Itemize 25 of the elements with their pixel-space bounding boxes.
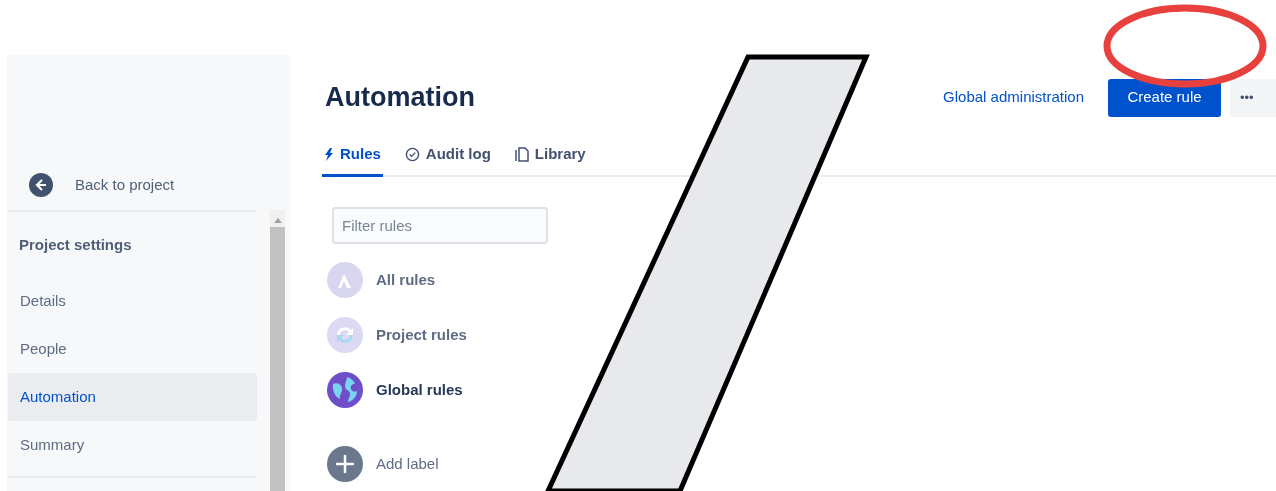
rule-group-link[interactable]: All rules	[376, 268, 436, 292]
lightning-icon	[324, 147, 334, 161]
add-label-button[interactable]: Add label	[327, 446, 1276, 482]
back-link[interactable]: Back to project	[7, 160, 290, 210]
rule-group-link[interactable]: Project rules	[376, 323, 467, 347]
tab[interactable]: Library	[512, 140, 588, 177]
filter-field[interactable]: Filter rules	[332, 207, 548, 244]
copy-icon	[514, 146, 529, 162]
tab[interactable]: Audit log	[402, 140, 493, 177]
global-administration-link[interactable]: Global administration	[943, 86, 1084, 109]
tab[interactable]: Rules	[322, 140, 383, 177]
sidebar-item[interactable]: People	[8, 325, 257, 373]
page-title: Automation	[325, 81, 475, 115]
refresh-icon	[327, 317, 363, 353]
check-circle-icon	[404, 146, 420, 162]
scroll-up-icon	[273, 217, 282, 223]
sidebar-item[interactable]: Details	[8, 277, 257, 325]
mountain-icon	[327, 262, 363, 298]
more-button[interactable]: •••	[1230, 78, 1276, 117]
sidebar-item[interactable]: Automation	[8, 373, 257, 421]
globe-icon	[327, 372, 363, 408]
section-title: Project settings	[18, 235, 133, 255]
plus-icon	[327, 446, 363, 482]
sidebar-item[interactable]: Summary	[8, 421, 257, 469]
rule-group-link[interactable]: Global rules	[376, 378, 463, 402]
